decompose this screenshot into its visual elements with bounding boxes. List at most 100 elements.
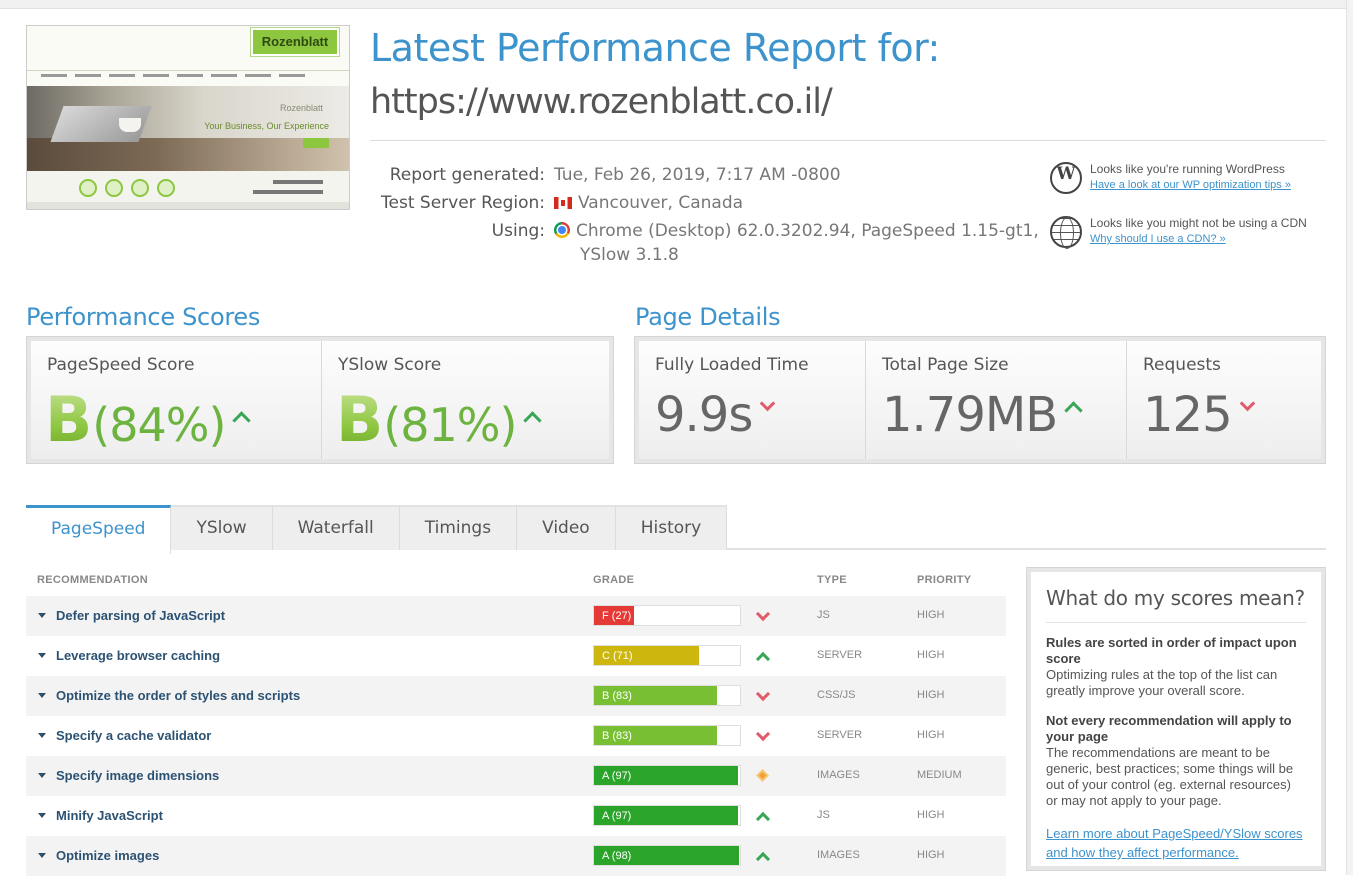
recommendation-name[interactable]: Optimize images bbox=[56, 848, 159, 863]
tab-video[interactable]: Video bbox=[517, 505, 616, 550]
performance-scores-card: PageSpeed Score B(84%) YSlow Score B(81%… bbox=[26, 336, 614, 464]
using-value-wrap: Chrome (Desktop) 62.0.3202.94, PageSpeed… bbox=[554, 221, 1039, 241]
type-value: JS bbox=[817, 809, 830, 821]
thumb-desk bbox=[27, 138, 349, 171]
priority-value: HIGH bbox=[917, 809, 945, 821]
table-row[interactable]: Specify a cache validator B (83) SERVER HIG… bbox=[26, 716, 1006, 756]
recommendation-name[interactable]: Specify image dimensions bbox=[56, 768, 219, 783]
pagespeed-score-label: PageSpeed Score bbox=[47, 355, 195, 375]
grade-text: A (98) bbox=[602, 850, 632, 862]
recommendation-name[interactable]: Leverage browser caching bbox=[56, 648, 220, 663]
priority-value: MEDIUM bbox=[917, 769, 962, 781]
window-top-edge bbox=[0, 0, 1353, 9]
wordpress-tip: Looks like you're running WordPress Have… bbox=[1050, 160, 1340, 214]
grade-bar: C (71) bbox=[593, 645, 741, 666]
page-details-card: Fully Loaded Time 9.9s Total Page Size 1… bbox=[634, 336, 1326, 464]
trend-neutral-icon bbox=[755, 768, 771, 784]
thumb-logo: Rozenblatt bbox=[251, 28, 339, 56]
expand-caret-icon[interactable] bbox=[38, 813, 46, 818]
expand-caret-icon[interactable] bbox=[38, 773, 46, 778]
page-size-metric: 1.79MB bbox=[882, 383, 1083, 447]
thumb-text-line bbox=[253, 190, 323, 194]
trend-down-icon bbox=[755, 608, 771, 624]
col-header-priority: PRIORITY bbox=[917, 574, 972, 586]
tab-timings[interactable]: Timings bbox=[399, 505, 518, 550]
table-row[interactable]: Optimize the order of styles and scripts… bbox=[26, 676, 1006, 716]
grade-text: C (71) bbox=[602, 650, 633, 662]
thumb-tagline: Your Business, Our Experience bbox=[204, 121, 329, 131]
grade-text: F (27) bbox=[602, 610, 632, 622]
thumb-cup bbox=[119, 118, 141, 132]
grade-text: B (83) bbox=[602, 730, 632, 742]
requests-value: 125 bbox=[1143, 387, 1233, 443]
tab-pagespeed[interactable]: PageSpeed bbox=[26, 505, 172, 554]
type-value: IMAGES bbox=[817, 849, 860, 861]
trend-down-icon bbox=[755, 688, 771, 704]
learn-more-scores-link[interactable]: Learn more about PageSpeed/YSlow scores … bbox=[1046, 826, 1303, 860]
grade-text: A (97) bbox=[602, 770, 632, 782]
generated-label: Report generated: bbox=[389, 165, 545, 185]
generated-value: Tue, Feb 26, 2019, 7:17 AM -0800 bbox=[554, 165, 841, 185]
using-label: Using: bbox=[491, 221, 545, 241]
scores-meaning-text-1: Optimizing rules at the top of the list … bbox=[1046, 667, 1278, 698]
table-row[interactable]: Minify JavaScript A (97) JS HIGH bbox=[26, 796, 1006, 836]
recommendation-name[interactable]: Optimize the order of styles and scripts bbox=[56, 688, 300, 703]
thumb-nav-line bbox=[27, 70, 349, 71]
wp-optimization-tips-link[interactable]: Have a look at our WP optimization tips … bbox=[1090, 179, 1291, 191]
priority-value: HIGH bbox=[917, 649, 945, 661]
pagespeed-grade-percent: (84%) bbox=[92, 398, 226, 452]
expand-caret-icon[interactable] bbox=[38, 733, 46, 738]
chrome-icon bbox=[554, 222, 570, 238]
yslow-grade: B(81%) bbox=[336, 383, 543, 468]
type-value: IMAGES bbox=[817, 769, 860, 781]
thumb-nav-links bbox=[41, 62, 337, 77]
type-value: SERVER bbox=[817, 649, 863, 661]
thumb-text-line bbox=[273, 180, 323, 184]
grade-bar: A (97) bbox=[593, 805, 741, 826]
fully-loaded-label: Fully Loaded Time bbox=[655, 355, 809, 375]
window-scrollbar[interactable] bbox=[1346, 0, 1353, 875]
thumb-icons bbox=[79, 179, 183, 201]
priority-value: HIGH bbox=[917, 609, 945, 621]
page-size-cell: Total Page Size 1.79MB bbox=[866, 341, 1127, 459]
fully-loaded-value: 9.9s bbox=[655, 387, 753, 443]
recommendation-name[interactable]: Minify JavaScript bbox=[56, 808, 163, 823]
table-row[interactable]: Specify image dimensions A (97) IMAGES MEDI… bbox=[26, 756, 1006, 796]
using-value-line2: YSlow 3.1.8 bbox=[580, 245, 679, 265]
grade-text: B (83) bbox=[602, 690, 632, 702]
trend-down-icon bbox=[760, 395, 776, 412]
expand-caret-icon[interactable] bbox=[38, 653, 46, 658]
trend-up-icon bbox=[755, 648, 771, 664]
recommendation-name[interactable]: Defer parsing of JavaScript bbox=[56, 608, 225, 623]
trend-up-icon bbox=[755, 848, 771, 864]
thumb-brand: Rozenblatt bbox=[279, 103, 323, 113]
expand-caret-icon[interactable] bbox=[38, 853, 46, 858]
grade-bar: A (98) bbox=[593, 845, 741, 866]
why-use-cdn-link[interactable]: Why should I use a CDN? » bbox=[1090, 233, 1226, 245]
cdn-tip-text: Looks like you might not be using a CDN bbox=[1090, 216, 1307, 230]
requests-label: Requests bbox=[1143, 355, 1221, 375]
priority-value: HIGH bbox=[917, 729, 945, 741]
page-details-heading: Page Details bbox=[635, 303, 781, 331]
tab-yslow[interactable]: YSlow bbox=[171, 505, 273, 550]
scores-meaning-text-2: The recommendations are meant to be gene… bbox=[1046, 745, 1294, 808]
expand-caret-icon[interactable] bbox=[38, 613, 46, 618]
tab-waterfall[interactable]: Waterfall bbox=[272, 505, 400, 550]
trend-down-icon bbox=[755, 728, 771, 744]
type-value: JS bbox=[817, 609, 830, 621]
expand-caret-icon[interactable] bbox=[38, 693, 46, 698]
type-value: SERVER bbox=[817, 729, 863, 741]
report-tabs: PageSpeed YSlow Waterfall Timings Video … bbox=[26, 505, 728, 554]
table-row[interactable]: Optimize images A (98) IMAGES HIGH bbox=[26, 836, 1006, 876]
fully-loaded-cell: Fully Loaded Time 9.9s bbox=[639, 341, 866, 459]
region-value: Vancouver, Canada bbox=[578, 193, 744, 213]
table-row[interactable]: Defer parsing of JavaScript F (27) JS HIGH bbox=[26, 596, 1006, 636]
priority-value: HIGH bbox=[917, 849, 945, 861]
yslow-score-cell: YSlow Score B(81%) bbox=[322, 341, 609, 459]
page-size-label: Total Page Size bbox=[882, 355, 1009, 375]
divider bbox=[370, 140, 1326, 141]
recommendation-name[interactable]: Specify a cache validator bbox=[56, 728, 211, 743]
tab-history[interactable]: History bbox=[615, 505, 728, 550]
requests-metric: 125 bbox=[1143, 383, 1255, 447]
table-row[interactable]: Leverage browser caching C (71) SERVER HIGH bbox=[26, 636, 1006, 676]
